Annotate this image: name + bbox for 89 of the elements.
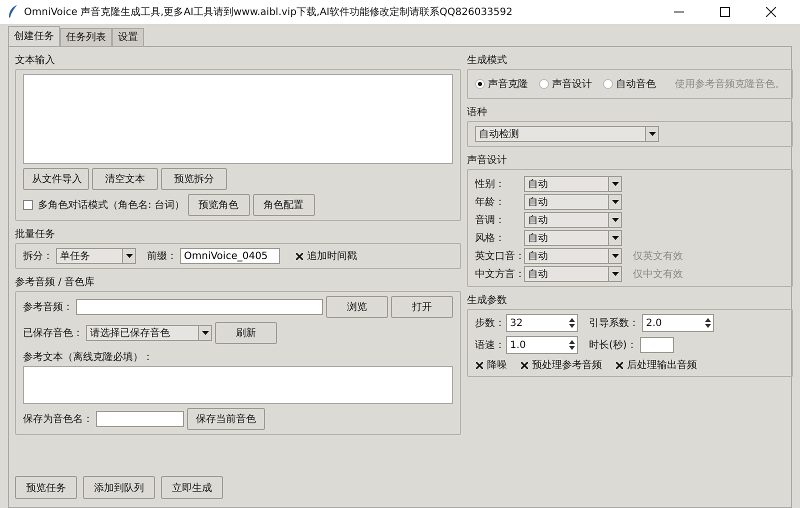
action-button[interactable]: 角色配置	[252, 194, 315, 216]
section-title: 声音设计	[467, 154, 508, 168]
split-dropdown[interactable]: 单任务	[56, 248, 136, 264]
dropdown[interactable]: 自动	[524, 248, 622, 264]
field-label: 参考音频：	[23, 300, 73, 314]
duration-field[interactable]	[640, 337, 674, 353]
checkbox-label: 多角色对话模式（角色名: 台词）	[38, 198, 185, 212]
steps-spinbox[interactable]: 32	[506, 314, 578, 332]
field-label: 性别：	[475, 178, 506, 191]
field-label: 年龄：	[475, 196, 506, 209]
caret-icon	[612, 236, 618, 240]
caret-icon	[612, 218, 618, 222]
refresh-button[interactable]: 刷新	[215, 322, 277, 344]
radio-label: 声音设计	[552, 78, 592, 91]
action-button[interactable]: 预览任务	[15, 476, 77, 499]
section-title: 生成模式	[467, 54, 508, 68]
checkbox[interactable]	[475, 360, 484, 370]
checkbox-label: 预处理参考音频	[532, 358, 602, 372]
mode-hint: 使用参考音频克隆音色。	[675, 78, 785, 91]
field-label: 英文口音：	[475, 250, 521, 263]
speed-spinbox[interactable]: 1.0	[506, 336, 578, 354]
tab[interactable]: 任务列表	[60, 28, 112, 46]
field-note: 仅英文有效	[633, 250, 683, 263]
caret-icon	[612, 254, 618, 258]
guidance-spinbox[interactable]: 2.0	[642, 314, 714, 332]
field-label: 时长(秒)：	[589, 338, 637, 352]
caret-icon	[612, 272, 618, 276]
caret-icon	[202, 331, 208, 335]
section-title: 生成参数	[467, 294, 508, 308]
dropdown[interactable]: 自动	[524, 194, 622, 210]
field-label: 音调：	[475, 214, 506, 227]
field-label: 步数：	[475, 316, 503, 330]
field-label: 保存为音色名：	[23, 412, 93, 426]
checkbox-label: 降噪	[487, 359, 507, 372]
field-label: 已保存音色：	[23, 326, 83, 340]
saved-voice-dropdown[interactable]: 请选择已保存音色	[86, 325, 212, 341]
section-title: 批量任务	[15, 228, 56, 242]
tab[interactable]: 设置	[112, 28, 144, 46]
action-button[interactable]: 清空文本	[92, 168, 158, 190]
dropdown[interactable]: 自动	[524, 266, 622, 282]
dropdown[interactable]: 自动	[524, 176, 622, 192]
field-label: 语速：	[475, 338, 503, 352]
language-dropdown[interactable]: 自动检测	[475, 126, 659, 142]
action-button[interactable]: 添加到队列	[83, 476, 155, 499]
dropdown[interactable]: 自动	[524, 212, 622, 228]
window-title: OmniVoice 声音克隆生成工具,更多AI工具请到www.aibl.vip下载,AI软件功能修改定制请联系QQ826033592	[24, 6, 513, 19]
action-button[interactable]: 预览拆分	[161, 168, 227, 190]
voice-name-field[interactable]	[96, 411, 184, 427]
checkbox-label: 后处理输出音频	[627, 358, 697, 372]
caret-icon	[612, 200, 618, 204]
radio-button[interactable]	[603, 79, 613, 89]
section-title: 参考音频 / 音色库	[15, 276, 96, 290]
section-title: 语种	[467, 106, 488, 120]
field-label: 前缀：	[147, 250, 177, 263]
dropdown[interactable]: 自动	[524, 230, 622, 246]
action-button[interactable]: 从文件导入	[23, 168, 89, 190]
spin-arrows-icon	[569, 317, 575, 329]
browse-button[interactable]: 浏览	[326, 296, 388, 318]
save-voice-button[interactable]: 保存当前音色	[187, 408, 265, 430]
radio-button[interactable]	[539, 79, 549, 89]
prefix-field[interactable]: OmniVoice_0405	[180, 248, 280, 264]
audio-path-field[interactable]	[76, 299, 324, 315]
checkbox[interactable]	[295, 252, 304, 260]
caret-icon	[648, 132, 656, 136]
field-label: 引导系数：	[589, 316, 639, 330]
maximize-icon[interactable]	[720, 7, 730, 17]
spin-arrows-icon	[569, 339, 575, 351]
checkbox[interactable]	[615, 360, 624, 370]
open-button[interactable]: 打开	[391, 296, 453, 318]
tab[interactable]: 创建任务	[8, 26, 60, 46]
checkbox-label: 追加时间戳	[307, 250, 357, 263]
feather-icon	[8, 5, 18, 19]
close-icon[interactable]	[766, 7, 776, 17]
checkbox[interactable]	[23, 200, 33, 210]
field-label: 参考文本（离线克隆必填）：	[23, 350, 154, 364]
field-note: 仅中文有效	[633, 268, 683, 281]
radio-label: 声音克隆	[488, 78, 528, 91]
checkbox[interactable]	[520, 360, 529, 370]
section-title: 文本输入	[15, 54, 56, 68]
spin-arrows-icon	[705, 317, 711, 329]
radio-button[interactable]	[475, 79, 485, 89]
caret-icon	[612, 182, 618, 186]
radio-label: 自动音色	[616, 78, 656, 91]
action-button[interactable]: 预览角色	[188, 194, 250, 216]
action-button[interactable]: 立即生成	[161, 476, 223, 499]
field-label: 风格：	[475, 232, 506, 245]
field-label: 拆分：	[23, 250, 53, 263]
caret-icon	[126, 254, 132, 258]
field-label: 中文方言：	[475, 268, 521, 281]
